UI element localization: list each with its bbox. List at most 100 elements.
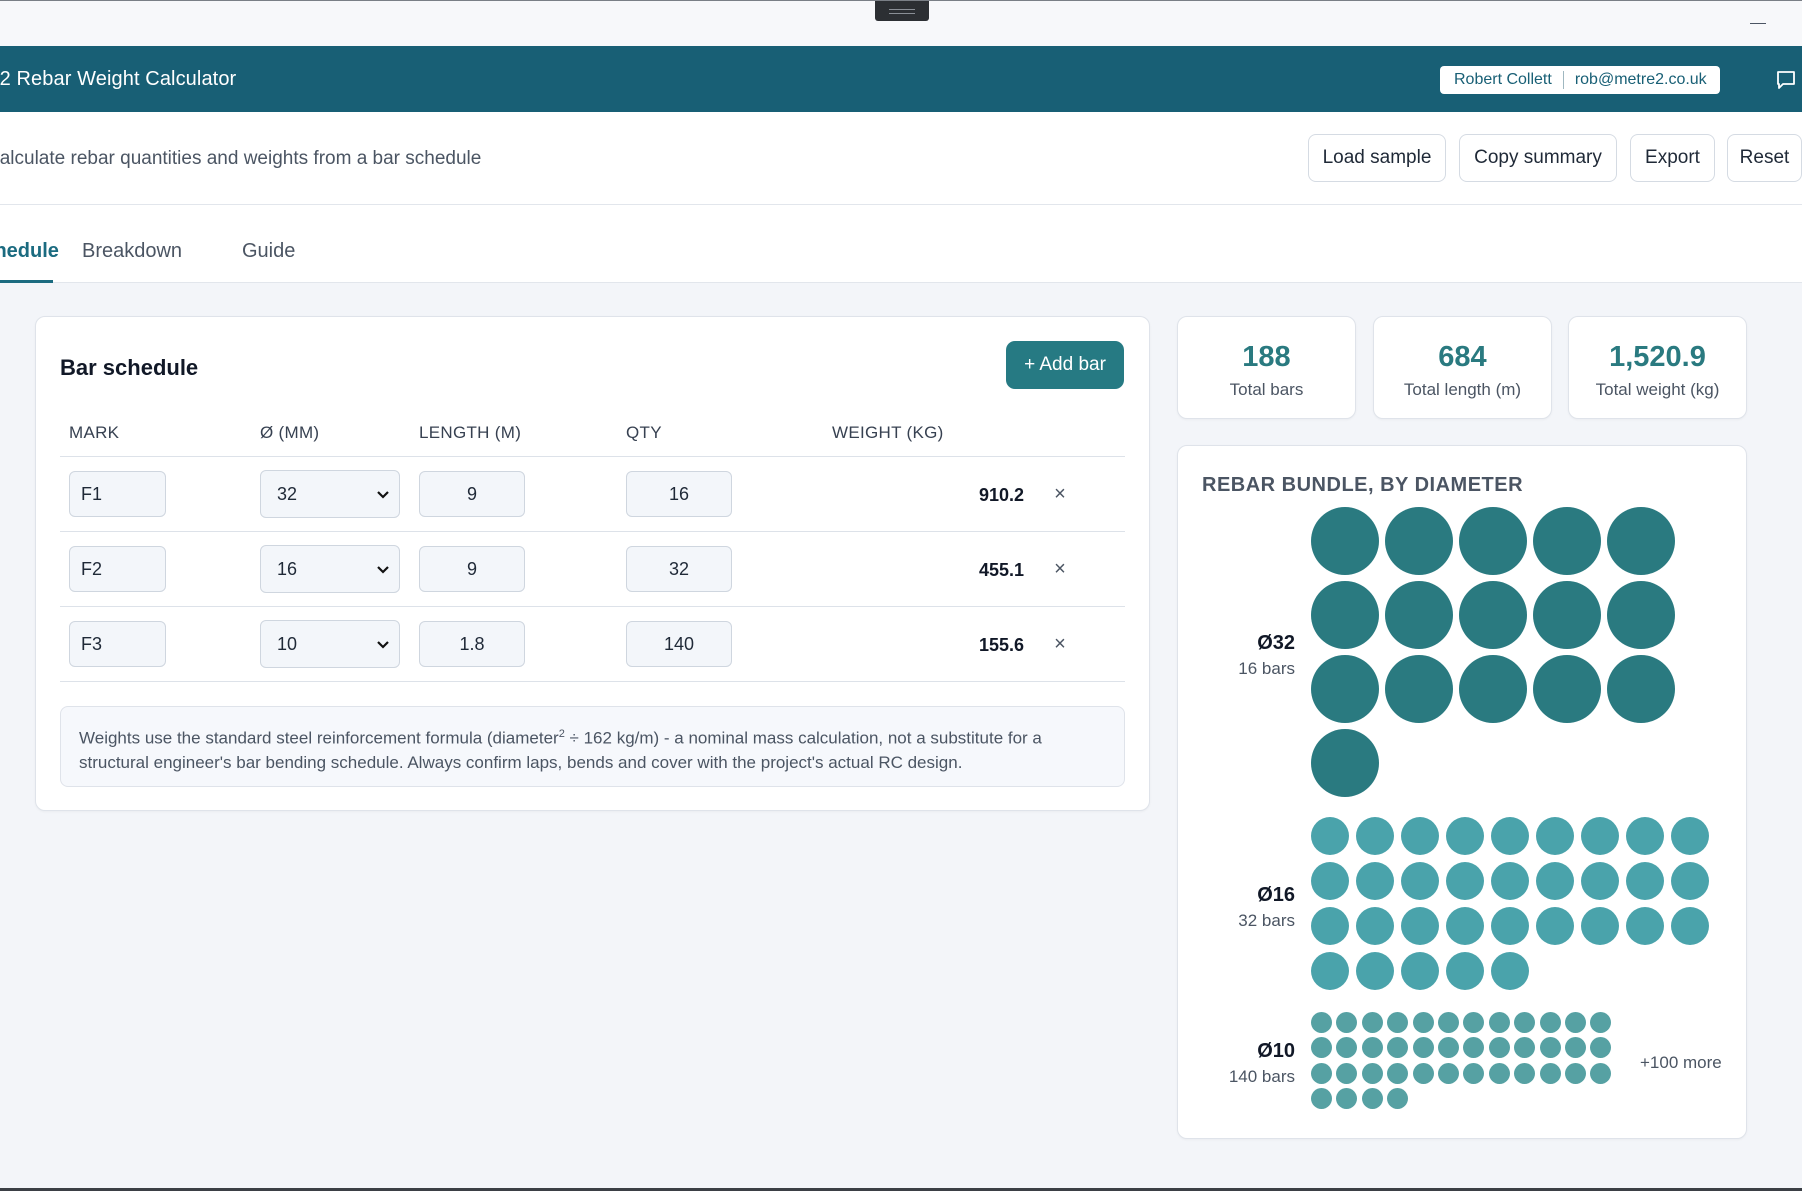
rebar-bar-dot (1412, 1062, 1434, 1084)
rebar-bar-dot (1491, 862, 1529, 900)
user-badge[interactable]: Robert Collett rob@metre2.co.uk (1440, 66, 1720, 94)
stat-total-weight: 1,520.9 Total weight (kg) (1568, 316, 1747, 419)
length-input[interactable]: 9 (419, 546, 525, 592)
rebar-bar-dot (1581, 817, 1619, 855)
tab-bar: Schedule Breakdown Guide (0, 205, 1802, 283)
weight-value: 455.1 (978, 560, 1024, 580)
rebar-bar-dot (1671, 817, 1709, 855)
rebar-bar-dot (1311, 907, 1349, 945)
more-bars-label: +100 more (1640, 1053, 1722, 1072)
mark-input[interactable]: F3 (69, 621, 166, 667)
rebar-bar-dot (1356, 862, 1394, 900)
qty-input[interactable]: 16 (626, 471, 732, 517)
rebar-bar-dot (1446, 952, 1484, 990)
rebar-bar-dot (1607, 655, 1675, 723)
table-divider (60, 531, 1125, 532)
stat-label: Total bars (1229, 380, 1304, 399)
diameter-select[interactable]: 10 (260, 620, 400, 668)
diameter-value: 10 (277, 633, 298, 654)
length-input[interactable]: 9 (419, 471, 525, 517)
stat-value: 1,520.9 (1609, 341, 1706, 373)
rebar-bar-dot (1311, 1062, 1332, 1084)
rebar-bar-dot (1488, 1062, 1510, 1084)
rebar-bar-dot (1565, 1062, 1586, 1084)
rebar-bar-dot (1311, 862, 1349, 900)
rebar-bar-dot (1361, 1012, 1383, 1033)
rebar-bar-dot (1446, 862, 1484, 900)
copy-summary-button[interactable]: Copy summary (1459, 134, 1617, 182)
diameter-select[interactable]: 32 (260, 470, 400, 518)
tab-breakdown[interactable]: Breakdown (82, 205, 182, 283)
bar-schedule-panel: Bar schedule + Add bar MARK Ø (MM) LENGT… (35, 316, 1150, 811)
remove-row-button[interactable]: × (1050, 633, 1070, 656)
remove-row-button[interactable]: × (1050, 483, 1070, 506)
table-divider (60, 606, 1125, 607)
rebar-bar-dot (1412, 1037, 1434, 1059)
weight-value: 155.6 (978, 635, 1024, 655)
rebar-bar-dot (1361, 1088, 1383, 1110)
rebar-bar-dot (1536, 862, 1574, 900)
reset-button[interactable]: Reset (1727, 134, 1802, 182)
rebar-bar-dot (1387, 1062, 1409, 1084)
load-sample-button[interactable]: Load sample (1308, 134, 1446, 182)
rebar-bar-dot (1626, 817, 1664, 855)
rebar-bar-dot (1459, 507, 1527, 575)
rebar-bar-dot (1581, 907, 1619, 945)
rebar-bar-dot (1514, 1062, 1536, 1084)
column-header-qty: QTY (626, 423, 662, 442)
group-count: 16 bars (1238, 659, 1295, 678)
rebar-bar-dot (1311, 1012, 1332, 1033)
user-divider (1562, 71, 1564, 89)
rebar-bar-dot (1626, 907, 1664, 945)
rebar-bar-dot (1581, 862, 1619, 900)
rebar-bar-dot (1488, 1012, 1510, 1033)
rebar-bar-dot (1459, 581, 1527, 649)
window-drag-handle[interactable] (875, 1, 929, 21)
stat-label: Total length (m) (1403, 380, 1522, 399)
rebar-bar-dot (1459, 655, 1527, 723)
rebar-bar-dot (1491, 952, 1529, 990)
rebar-bar-dot (1539, 1062, 1561, 1084)
rebar-bar-dot (1356, 907, 1394, 945)
export-button[interactable]: Export (1630, 134, 1715, 182)
rebar-bar-dot (1356, 817, 1394, 855)
bar-schedule-title: Bar schedule (60, 355, 199, 380)
column-header-weight: WEIGHT (KG) (832, 423, 944, 442)
tab-guide[interactable]: Guide (242, 205, 295, 283)
group-diameter: Ø16 (1257, 884, 1295, 906)
rebar-bar-dot (1385, 507, 1453, 575)
rebar-bar-dot (1671, 862, 1709, 900)
rebar-bar-dot (1401, 862, 1439, 900)
mark-input[interactable]: F2 (69, 546, 166, 592)
rebar-bar-dot (1311, 952, 1349, 990)
diameter-select[interactable]: 16 (260, 545, 400, 593)
toolbar-bar: Calculate rebar quantities and weights f… (0, 112, 1802, 205)
user-name: Robert Collett (1454, 71, 1552, 88)
mark-input[interactable]: F1 (69, 471, 166, 517)
add-bar-button[interactable]: + Add bar (1006, 341, 1124, 389)
group-diameter: Ø32 (1257, 632, 1295, 654)
rebar-bar-dot (1607, 581, 1675, 649)
minimize-icon[interactable] (1748, 13, 1768, 27)
window-chrome (0, 0, 1802, 46)
app-header: Metre2 Rebar Weight Calculator Robert Co… (0, 46, 1802, 112)
tab-schedule[interactable]: Schedule (0, 205, 59, 283)
qty-input[interactable]: 32 (626, 546, 732, 592)
length-input[interactable]: 1.8 (419, 621, 525, 667)
rebar-bar-dot (1401, 907, 1439, 945)
rebar-bar-dot (1401, 817, 1439, 855)
stat-label: Total weight (kg) (1595, 380, 1720, 399)
rebar-bar-dot (1311, 817, 1349, 855)
chevron-down-icon (377, 491, 389, 499)
remove-row-button[interactable]: × (1050, 558, 1070, 581)
stat-value: 188 (1242, 341, 1291, 373)
qty-input[interactable]: 140 (626, 621, 732, 667)
group-label-16: Ø16 32 bars (1185, 884, 1295, 931)
rebar-bar-dot (1446, 817, 1484, 855)
chat-icon[interactable] (1776, 70, 1796, 90)
stat-value: 684 (1438, 341, 1487, 373)
rebar-bar-dot (1311, 729, 1379, 797)
rebar-bar-dot (1412, 1012, 1434, 1033)
group-count: 140 bars (1228, 1067, 1295, 1086)
group-diameter: Ø10 (1257, 1040, 1295, 1062)
